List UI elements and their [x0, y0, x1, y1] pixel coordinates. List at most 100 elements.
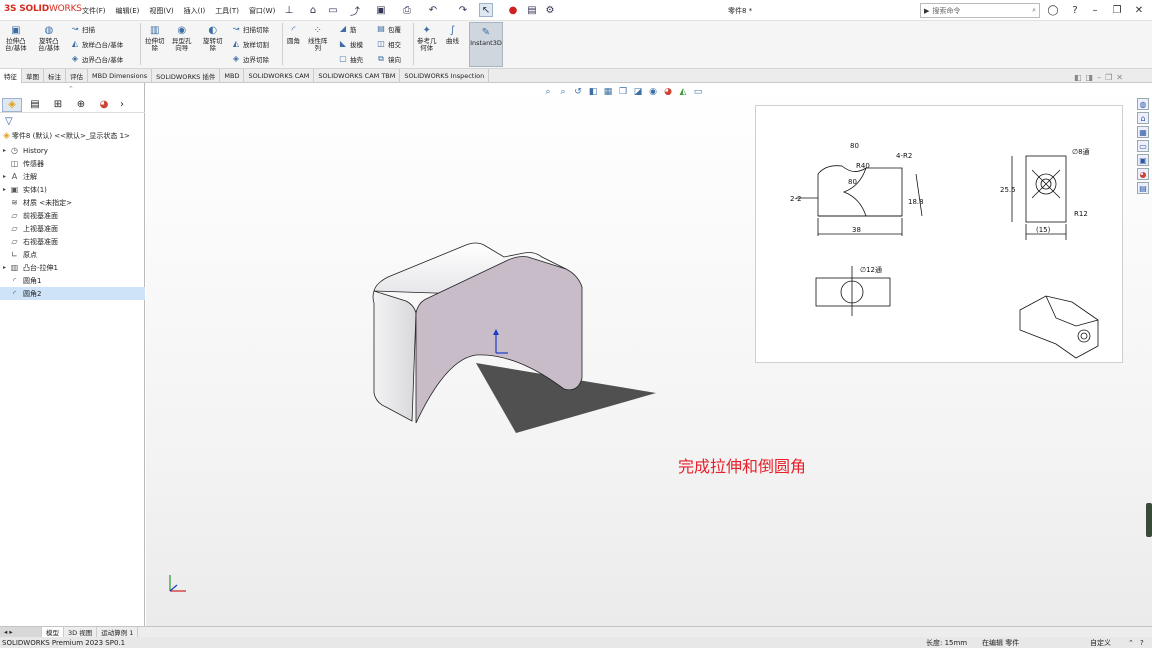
tab-model[interactable]: 模型 [42, 627, 64, 637]
help-icon[interactable]: ? [1066, 3, 1084, 18]
graphics-area[interactable]: ◧ ◨ – ❐ ✕ ⌕ ⌕ ↺ ◧ ▦ ❒ ◪ ◉ ◕ ◭ ▭ 2-2 80 8… [146, 73, 1152, 626]
design-library-icon[interactable]: ▦ [1137, 126, 1149, 138]
feature-manager-tab-icon[interactable]: ◈ [2, 97, 22, 112]
lofted-cut-button[interactable]: ◭ 放样切割 [231, 38, 269, 49]
loft-button[interactable]: ◭ 放样凸台/基体 [70, 38, 123, 49]
rib-button[interactable]: ◢ 筋 [338, 23, 363, 34]
tab-evaluate[interactable]: 评估 [66, 69, 88, 83]
side-handle[interactable] [1146, 503, 1152, 537]
tab-cam[interactable]: SOLIDWORKS CAM [244, 69, 315, 83]
hide-show-items-icon[interactable]: ◉ [647, 86, 659, 98]
instant3d-button[interactable]: ✎ Instant3D [469, 22, 503, 67]
print-icon[interactable]: ⎙ [400, 3, 414, 17]
tab-cam-tbm[interactable]: SOLIDWORKS CAM TBM [314, 69, 401, 83]
menu-edit[interactable]: 编辑(E) [114, 6, 142, 16]
viewport-minimize-icon[interactable]: – [1097, 73, 1101, 82]
undo-icon[interactable]: ↶ [426, 3, 440, 17]
tree-item[interactable]: ◫ 传感器 [0, 157, 145, 170]
collapse-handle-icon[interactable]: ⌃ [68, 85, 74, 93]
apply-scene-icon[interactable]: ◭ [677, 86, 689, 98]
status-help-icon[interactable]: ? [1140, 639, 1144, 647]
solidworks-logo[interactable]: 3S SOLIDWORKS [4, 4, 82, 14]
dimxpert-tab-icon[interactable]: ⊕ [71, 98, 91, 112]
tile-icon-2[interactable]: ◨ [1086, 73, 1094, 82]
select-cursor-icon[interactable]: ↖ [479, 3, 493, 17]
options-gear-icon[interactable]: ⚙ [543, 3, 557, 17]
extrude-boss-button[interactable]: ▣ 拉伸凸 台/基体 [5, 24, 27, 52]
draft-button[interactable]: ◣ 拔模 [338, 38, 363, 49]
minimize-window-icon[interactable]: – [1086, 3, 1104, 18]
edit-appearance-icon[interactable]: ◕ [662, 86, 674, 98]
tree-item[interactable]: ∟ 原点 [0, 248, 145, 261]
swept-cut-button[interactable]: ↝ 扫描切除 [231, 23, 269, 34]
home-tab-icon[interactable]: ⌂ [1137, 112, 1149, 124]
home-icon[interactable]: ⌂ [306, 3, 320, 17]
dynamic-annotation-icon[interactable]: ▦ [602, 86, 614, 98]
view-orientation-icon[interactable]: ❒ [617, 86, 629, 98]
revolve-boss-button[interactable]: ◍ 旋转凸 台/基体 [38, 24, 60, 52]
previous-view-icon[interactable]: ↺ [572, 86, 584, 98]
save-icon[interactable]: ▣ [374, 3, 388, 17]
boundary-boss-button[interactable]: ◈ 边界凸台/基体 [70, 53, 123, 64]
revolve-cut-button[interactable]: ◐ 旋转切 除 [203, 24, 223, 52]
zoom-to-fit-icon[interactable]: ⌕ [542, 86, 554, 98]
tree-item[interactable]: ◜ 圆角1 [0, 274, 145, 287]
sweep-button[interactable]: ↝ 扫描 [70, 23, 123, 34]
filter-icon[interactable]: ▽ [5, 116, 13, 127]
menu-window[interactable]: 窗口(W) [247, 6, 277, 16]
tree-root-part[interactable]: ◈ 零件8 (默认) <<默认>_显示状态 1> [3, 131, 130, 141]
tree-item[interactable]: ≋ 材质 <未指定> [0, 196, 145, 209]
tab-markup[interactable]: 标注 [44, 69, 66, 83]
tree-item[interactable]: ◜ 圆角2 [0, 287, 145, 300]
units-chevron-icon[interactable]: ⌃ [1128, 639, 1134, 647]
tab-inspection[interactable]: SOLIDWORKS Inspection [400, 69, 490, 83]
menu-file[interactable]: 文件(F) [80, 6, 108, 16]
tab-motion-study[interactable]: 运动算例 1 [97, 627, 139, 637]
viewport-restore-icon[interactable]: ❐ [1105, 73, 1112, 82]
tab-scroll-arrows[interactable]: ◂ ▸ [0, 627, 42, 637]
file-explorer-icon[interactable]: ▭ [1137, 140, 1149, 152]
tab-addins[interactable]: SOLIDWORKS 插件 [152, 69, 221, 83]
zoom-to-area-icon[interactable]: ⌕ [557, 86, 569, 98]
expand-arrow-icon[interactable]: ▸ [0, 173, 9, 180]
tile-icon[interactable]: ◧ [1074, 73, 1082, 82]
appearances-icon[interactable]: ◕ [1137, 168, 1149, 180]
search-icon[interactable]: ⌕ [1032, 6, 1036, 15]
curves-button[interactable]: ∫ 曲线 [446, 24, 459, 45]
file-properties-icon[interactable]: ▤ [525, 3, 539, 17]
pin-icon[interactable]: ⊥ [282, 3, 296, 17]
status-units[interactable]: 自定义 [1090, 638, 1111, 648]
tree-item[interactable]: ▸ ◷ History [0, 144, 145, 157]
new-document-icon[interactable]: ▭ [326, 3, 340, 17]
tab-mbd[interactable]: MBD [220, 69, 245, 83]
hole-wizard-button[interactable]: ◉ 异型孔 向导 [172, 24, 192, 52]
solidworks-resources-icon[interactable]: ◍ [1137, 98, 1149, 110]
boundary-cut-button[interactable]: ◈ 边界切除 [231, 53, 269, 64]
menu-view[interactable]: 视图(V) [147, 6, 175, 16]
restore-window-icon[interactable]: ❐ [1108, 3, 1126, 18]
extrude-cut-button[interactable]: ▥ 拉伸切 除 [145, 24, 165, 52]
custom-properties-icon[interactable]: ▤ [1137, 182, 1149, 194]
expand-arrow-icon[interactable]: ▸ [0, 264, 9, 271]
wrap-button[interactable]: ▤ 包覆 [376, 23, 401, 34]
intersect-button[interactable]: ◫ 相交 [376, 38, 401, 49]
view-palette-icon[interactable]: ▣ [1137, 154, 1149, 166]
expand-arrow-icon[interactable]: ▸ [0, 186, 9, 193]
tab-3d-views[interactable]: 3D 视图 [64, 627, 98, 637]
tab-mbd-dimensions[interactable]: MBD Dimensions [88, 69, 153, 83]
close-window-icon[interactable]: ✕ [1130, 3, 1148, 18]
section-view-icon[interactable]: ◧ [587, 86, 599, 98]
linear-pattern-button[interactable]: ⁘ 线性阵 列 [308, 24, 328, 52]
shell-button[interactable]: ▢ 抽壳 [338, 53, 363, 64]
open-icon[interactable]: ⤴ [348, 3, 362, 18]
tree-item[interactable]: ▸ ▣ 实体(1) [0, 183, 145, 196]
panel-more-icon[interactable]: › [117, 98, 127, 112]
property-manager-tab-icon[interactable]: ▤ [25, 98, 45, 112]
display-style-icon[interactable]: ◪ [632, 86, 644, 98]
tree-item[interactable]: ▱ 右视基准面 [0, 235, 145, 248]
viewport-close-icon[interactable]: ✕ [1116, 73, 1123, 82]
tree-item[interactable]: ▱ 上视基准面 [0, 222, 145, 235]
tab-features[interactable]: 特征 [0, 69, 22, 83]
view-settings-icon[interactable]: ▭ [692, 86, 704, 98]
menu-insert[interactable]: 插入(I) [182, 6, 208, 16]
